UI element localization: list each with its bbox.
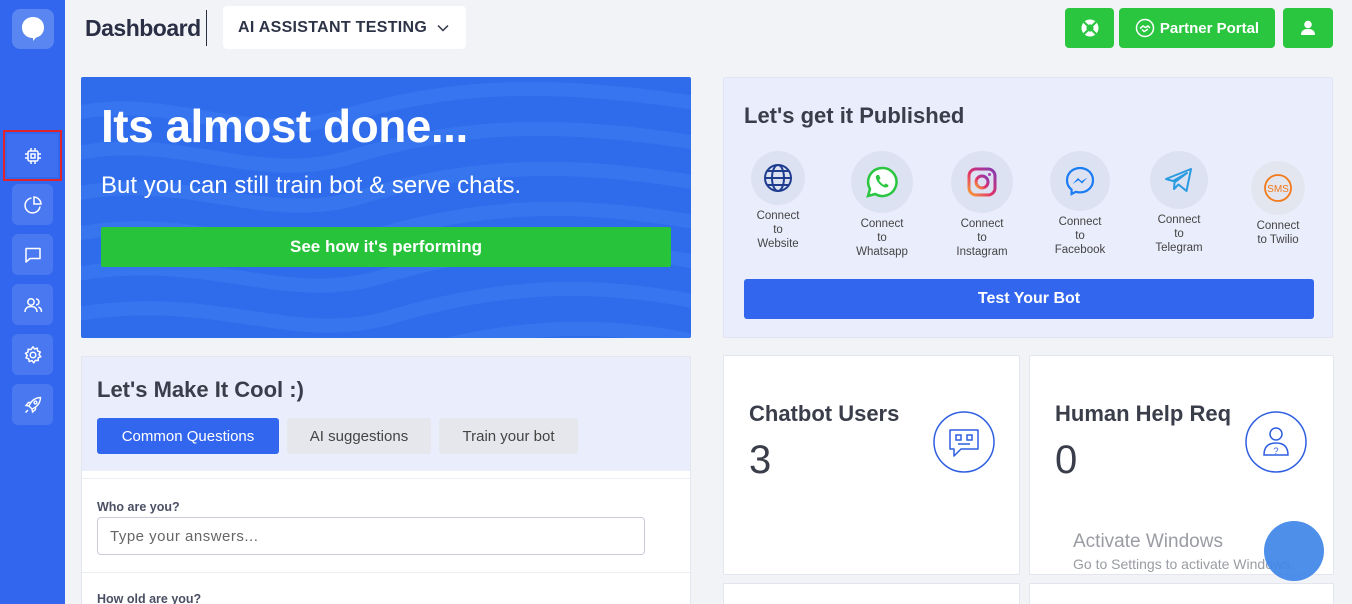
stat-value: 0 [1055, 438, 1078, 482]
see-performance-button[interactable]: See how it's performing [101, 227, 671, 267]
sidebar-item-bot[interactable] [3, 130, 62, 181]
globe-icon [751, 151, 805, 205]
sidebar [0, 0, 65, 604]
sms-icon: SMS [1251, 161, 1305, 215]
gear-icon [24, 345, 42, 364]
messenger-icon [1050, 151, 1110, 211]
make-it-cool-header: Let's Make It Cool :) Common Questions A… [82, 357, 690, 471]
bot-chat-icon [933, 411, 995, 473]
pie-chart-icon [23, 195, 42, 214]
stat-title: Chatbot Users [749, 401, 900, 426]
sidebar-item-launch[interactable] [12, 384, 53, 425]
divider [82, 572, 690, 573]
chat-bubble-logo-icon [22, 17, 44, 41]
stat-title: Human Help Req [1055, 401, 1232, 426]
tab-train-bot[interactable]: Train your bot [439, 418, 578, 454]
chip-icon [24, 147, 41, 164]
user-question-icon: ? [1245, 411, 1307, 473]
question-label: How old are you? [97, 592, 202, 604]
partner-portal-label: Partner Portal [1159, 19, 1260, 37]
divider [82, 478, 690, 479]
stat-card-stub [723, 583, 1020, 604]
chevron-down-icon [437, 24, 449, 32]
answer-input[interactable] [97, 517, 645, 555]
make-it-cool-card: Let's Make It Cool :) Common Questions A… [81, 356, 691, 604]
activate-windows-title: Activate Windows [1073, 531, 1223, 552]
project-select[interactable]: AI ASSISTANT TESTING [223, 6, 466, 49]
rocket-icon [24, 396, 41, 413]
support-button[interactable] [1065, 8, 1114, 48]
question-label: Who are you? [97, 500, 180, 514]
connect-twilio[interactable]: SMS Connect to Twilio [1248, 161, 1308, 247]
page-title: Dashboard [85, 15, 201, 41]
instagram-icon [951, 151, 1013, 213]
test-bot-button[interactable]: Test Your Bot [744, 279, 1314, 319]
svg-text:?: ? [1273, 446, 1278, 456]
make-it-cool-title: Let's Make It Cool :) [97, 377, 304, 402]
telegram-icon [1150, 151, 1208, 209]
connect-instagram[interactable]: Connect to Instagram [951, 151, 1013, 259]
lifebuoy-icon [1081, 19, 1098, 37]
stat-card-stub [1029, 583, 1334, 604]
connect-website[interactable]: Connect to Website [751, 151, 805, 251]
hero-card: Its almost done... But you can still tra… [81, 77, 691, 338]
hero-subtitle: But you can still train bot & serve chat… [101, 172, 522, 199]
sidebar-item-settings[interactable] [12, 334, 53, 375]
publish-card: Let's get it Published Connect to Websit… [723, 77, 1333, 338]
hero-title: Its almost done... [101, 100, 468, 152]
activate-windows-subtitle: Go to Settings to activate Windows. [1073, 556, 1294, 572]
chatbot-users-card: Chatbot Users 3 [723, 355, 1020, 575]
header-divider [206, 10, 207, 46]
app-logo[interactable] [12, 9, 54, 49]
connect-whatsapp[interactable]: Connect to Whatsapp [851, 151, 913, 259]
sidebar-item-analytics[interactable] [12, 184, 53, 225]
tab-common-questions[interactable]: Common Questions [97, 418, 279, 454]
partner-portal-button[interactable]: Partner Portal [1119, 8, 1275, 48]
handshake-icon [1135, 18, 1155, 38]
sidebar-item-users[interactable] [12, 284, 53, 325]
publish-title: Let's get it Published [744, 103, 965, 128]
project-name: AI ASSISTANT TESTING [238, 18, 428, 36]
stat-value: 3 [749, 438, 772, 482]
profile-button[interactable] [1283, 8, 1333, 48]
whatsapp-icon [851, 151, 913, 213]
connect-facebook[interactable]: Connect to Facebook [1050, 151, 1110, 257]
chat-icon [24, 247, 41, 263]
user-icon [1301, 20, 1315, 35]
users-icon [23, 297, 42, 312]
svg-text:SMS: SMS [1267, 184, 1289, 195]
connect-telegram[interactable]: Connect to Telegram [1150, 151, 1208, 255]
sidebar-item-chats[interactable] [12, 234, 53, 275]
tab-ai-suggestions[interactable]: AI suggestions [287, 418, 431, 454]
chat-widget-button[interactable] [1264, 521, 1324, 581]
